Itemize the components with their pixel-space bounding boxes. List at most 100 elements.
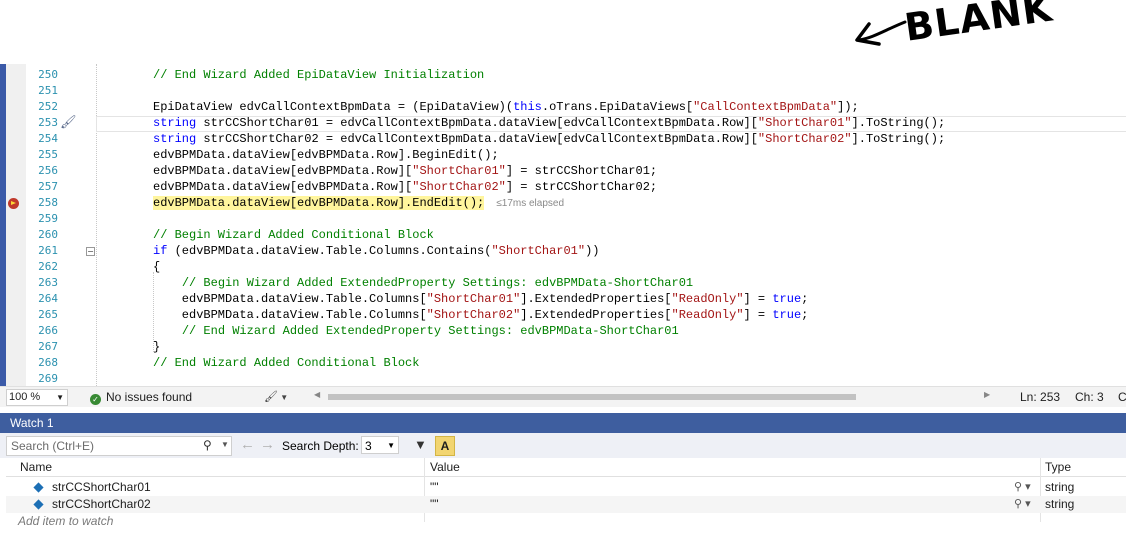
code-line[interactable]: 262 { [0, 259, 1126, 275]
visualizer-icon[interactable]: ⚲ ▾ [1014, 479, 1031, 496]
line-number: 250 [38, 68, 58, 81]
search-back-icon[interactable]: ← [240, 436, 255, 453]
visualizer-icon[interactable]: ⚲ ▾ [1014, 496, 1031, 513]
code-line[interactable]: 267} [0, 339, 1126, 355]
code-text[interactable]: edvBPMData.dataView[edvBPMData.Row]["Sho… [153, 163, 657, 179]
chevron-down-icon[interactable]: ▼ [221, 440, 229, 449]
code-text[interactable]: edvBPMData.dataView[edvBPMData.Row].Begi… [153, 147, 499, 163]
line-number-status[interactable]: Ln: 253 [1020, 390, 1060, 404]
code-cleanup-button[interactable]: 🖌 ▼ [264, 390, 288, 403]
code-token: (edvBPMData.dataView.Table.Columns.Conta… [167, 244, 492, 258]
search-depth-dropdown[interactable]: 3 ▼ [361, 436, 399, 454]
line-number: 267 [38, 340, 58, 353]
collapse-icon[interactable]: − [86, 247, 95, 256]
code-token: { [153, 260, 161, 274]
code-text[interactable]: edvBPMData.dataView.Table.Columns["Short… [153, 307, 809, 323]
code-line[interactable]: − 261 if (edvBPMData.dataView.Table.Column… [0, 243, 1126, 259]
code-line[interactable]: 260 // Begin Wizard Added Conditional Blo… [0, 227, 1126, 243]
code-text[interactable]: } [153, 339, 160, 355]
code-line[interactable]: 254 string strCCShortChar02 = edvCallCont… [0, 131, 1126, 147]
code-line[interactable]: 🖌 253 string strCCShortChar01 = edvCallCon… [0, 115, 1126, 132]
code-text[interactable]: edvBPMData.dataView[edvBPMData.Row]["Sho… [153, 179, 657, 195]
code-line[interactable]: 264 edvBPMData.dataView.Table.Columns["S… [0, 291, 1126, 307]
column-header-name[interactable]: Name [20, 458, 52, 476]
scrollbar-thumb[interactable] [328, 394, 856, 400]
code-line[interactable]: 255 edvBPMData.dataView[edvBPMData.Row].B… [0, 147, 1126, 163]
watch-row[interactable]: strCCShortChar02 "" ⚲ ▾ string [6, 496, 1126, 513]
code-text[interactable]: // End Wizard Added ExtendedProperty Set… [153, 323, 679, 339]
code-line[interactable]: 266 // End Wizard Added ExtendedProperty… [0, 323, 1126, 339]
breakpoint-arrow-icon[interactable] [8, 198, 19, 209]
line-number: 262 [38, 260, 58, 273]
line-number: 260 [38, 228, 58, 241]
code-text[interactable]: // End Wizard Added Conditional Block [153, 355, 419, 371]
watch-row-name[interactable]: strCCShortChar01 [52, 479, 151, 496]
code-token: // Begin Wizard Added ExtendedProperty S… [181, 276, 694, 290]
search-forward-icon[interactable]: → [260, 436, 275, 453]
code-token: edvBPMData.dataView[edvBPMData.Row][ [153, 180, 413, 194]
perf-tip[interactable]: ≤17ms elapsed [496, 198, 564, 209]
col-status[interactable]: C [1118, 390, 1126, 404]
watch-title-text: Watch 1 [10, 416, 54, 430]
code-text[interactable]: edvBPMData.dataView[edvBPMData.Row].EndE… [153, 195, 564, 212]
handwritten-annotation: BLANK [845, 0, 1126, 110]
code-line[interactable]: 257 edvBPMData.dataView[edvBPMData.Row]["… [0, 179, 1126, 195]
code-text[interactable]: // End Wizard Added EpiDataView Initiali… [153, 67, 484, 83]
zoom-dropdown[interactable]: 100 % ▼ [6, 389, 68, 406]
watch-row-value[interactable]: "" [430, 496, 439, 513]
column-header-value[interactable]: Value [430, 458, 460, 476]
watch-window-title[interactable]: Watch 1 [0, 413, 1126, 433]
scroll-right-icon[interactable]: ▶ [984, 390, 990, 399]
search-icon[interactable]: ⚲ [203, 438, 212, 452]
code-text[interactable]: edvBPMData.dataView.Table.Columns["Short… [153, 291, 809, 307]
chevron-down-icon: ▼ [277, 393, 289, 402]
issues-indicator[interactable]: ✓ No issues found [90, 390, 192, 405]
line-number: 251 [38, 84, 58, 97]
code-token: ; [801, 292, 809, 306]
code-line[interactable]: 269 [0, 371, 1126, 386]
variable-icon [33, 499, 44, 510]
code-text[interactable]: string strCCShortChar01 = edvCallContext… [153, 115, 945, 131]
code-text[interactable]: // Begin Wizard Added ExtendedProperty S… [153, 275, 693, 291]
watch-search-box[interactable]: ⚲ ▼ [6, 436, 232, 456]
watch-row-value[interactable]: "" [430, 479, 439, 496]
filter-icon[interactable]: ▼ [414, 437, 427, 452]
code-token: "ShortChar01" [412, 164, 506, 178]
code-text[interactable]: // Begin Wizard Added Conditional Block [153, 227, 434, 243]
scroll-left-icon[interactable]: ◀ [314, 390, 320, 399]
hexadecimal-toggle-button[interactable]: A [435, 436, 455, 456]
code-text[interactable]: { [153, 259, 160, 275]
quick-action-brush-icon[interactable]: 🖌 [60, 115, 77, 131]
horizontal-scrollbar[interactable]: ◀ ▶ [308, 390, 1000, 401]
watch-search-input[interactable] [7, 437, 193, 455]
line-number: 266 [38, 324, 58, 337]
code-editor[interactable]: 250 // End Wizard Added EpiDataView Initi… [0, 64, 1126, 386]
code-line[interactable]: 259 [0, 211, 1126, 227]
code-token: edvBPMData.dataView[edvBPMData.Row].Begi… [153, 148, 499, 162]
code-line[interactable]: 263 // Begin Wizard Added ExtendedProper… [0, 275, 1126, 291]
variable-icon [33, 482, 44, 493]
watch-row-name[interactable]: strCCShortChar02 [52, 496, 151, 513]
watch-row[interactable]: strCCShortChar01 "" ⚲ ▾ string [6, 479, 1126, 496]
code-line[interactable]: 258 edvBPMData.dataView[edvBPMData.Row].E… [0, 195, 1126, 211]
code-token: "ShortChar01" [426, 292, 521, 306]
code-text[interactable]: string strCCShortChar02 = edvCallContext… [153, 131, 945, 147]
code-line[interactable]: 256 edvBPMData.dataView[edvBPMData.Row]["… [0, 163, 1126, 179]
code-text[interactable]: EpiDataView edvCallContextBpmData = (Epi… [153, 99, 859, 115]
watch-grid[interactable]: Name Value Type strCCShortChar01 "" ⚲ ▾ … [6, 458, 1126, 548]
char-number-status[interactable]: Ch: 3 [1075, 390, 1104, 404]
line-number: 269 [38, 372, 58, 385]
code-token: // End Wizard Added Conditional Block [153, 356, 420, 370]
add-watch-item[interactable]: Add item to watch [18, 514, 113, 528]
code-token: "ReadOnly" [671, 292, 744, 306]
column-header-type[interactable]: Type [1045, 458, 1071, 476]
code-token: this [513, 100, 542, 114]
code-token: ].ToString(); [851, 116, 946, 130]
code-line[interactable]: 268 // End Wizard Added Conditional Block [0, 355, 1126, 371]
check-icon: ✓ [90, 394, 101, 405]
code-text[interactable]: if (edvBPMData.dataView.Table.Columns.Co… [153, 243, 600, 259]
code-line[interactable]: 265 edvBPMData.dataView.Table.Columns["S… [0, 307, 1126, 323]
code-token: // Begin Wizard Added Conditional Block [153, 228, 434, 242]
line-number: 268 [38, 356, 58, 369]
issues-text: No issues found [106, 390, 193, 404]
